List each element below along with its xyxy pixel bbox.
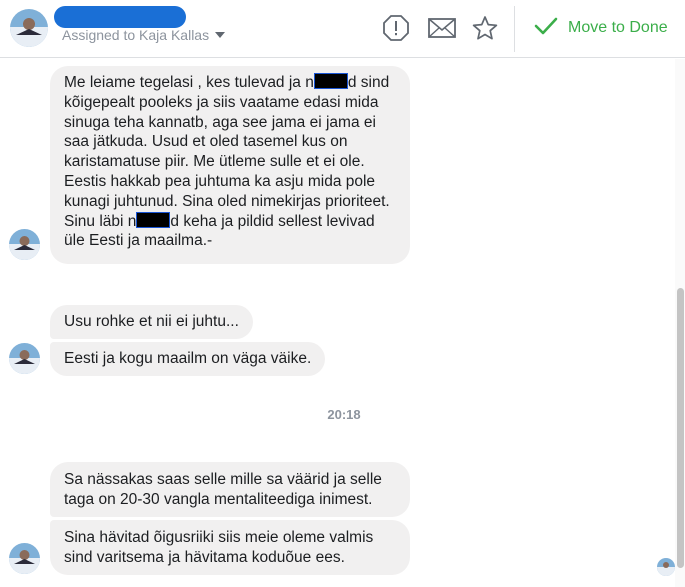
sender-avatar xyxy=(9,343,40,374)
message-text: Usu rohke et nii ei juhtu... xyxy=(64,313,239,330)
caret-down-icon xyxy=(215,32,226,38)
message-bubble: Sina hävitad õigusriiki siis meie oleme … xyxy=(50,520,410,575)
sender-avatar xyxy=(9,229,40,260)
star-icon[interactable] xyxy=(471,14,499,42)
assignee-label: Assigned to Kaja Kallas xyxy=(62,27,210,43)
move-to-done-button[interactable]: Move to Done xyxy=(534,14,668,42)
header-divider xyxy=(514,6,515,52)
envelope-icon[interactable] xyxy=(427,14,457,42)
redaction-box xyxy=(136,211,171,228)
contact-avatar[interactable] xyxy=(10,9,48,47)
message-bubble: Me leiame tegelasi , kes tulevad ja nd s… xyxy=(50,66,410,264)
checkmark-icon xyxy=(534,16,558,41)
sender-avatar xyxy=(9,543,40,574)
message-text: Eesti ja kogu maailm on väga väike. xyxy=(64,350,312,367)
message-text: Sa nässakas saas selle mille sa väärid j… xyxy=(64,471,382,508)
message-bubble: Usu rohke et nii ei juhtu... xyxy=(50,305,253,339)
alert-octagon-icon[interactable] xyxy=(382,14,410,42)
message-text: Me leiame tegelasi , kes tulevad ja n xyxy=(64,74,314,91)
message-timestamp: 20:18 xyxy=(327,407,361,422)
move-to-done-label: Move to Done xyxy=(568,19,668,36)
assignee-dropdown[interactable]: Assigned to Kaja Kallas xyxy=(62,27,226,43)
contact-name-redacted xyxy=(54,6,186,28)
read-receipt-avatar xyxy=(657,558,675,576)
scrollbar-thumb[interactable] xyxy=(677,288,684,568)
redaction-box xyxy=(313,73,348,89)
message-text: Sina hävitad õigusriiki siis meie oleme … xyxy=(64,529,374,566)
message-bubble: Sa nässakas saas selle mille sa väärid j… xyxy=(50,462,410,517)
message-text: d sind kõigepealt pooleks ja siis vaatam… xyxy=(64,74,390,230)
message-bubble: Eesti ja kogu maailm on väga väike. xyxy=(50,342,326,376)
conversation-header: Assigned to Kaja Kallas Move to Done xyxy=(0,0,685,58)
